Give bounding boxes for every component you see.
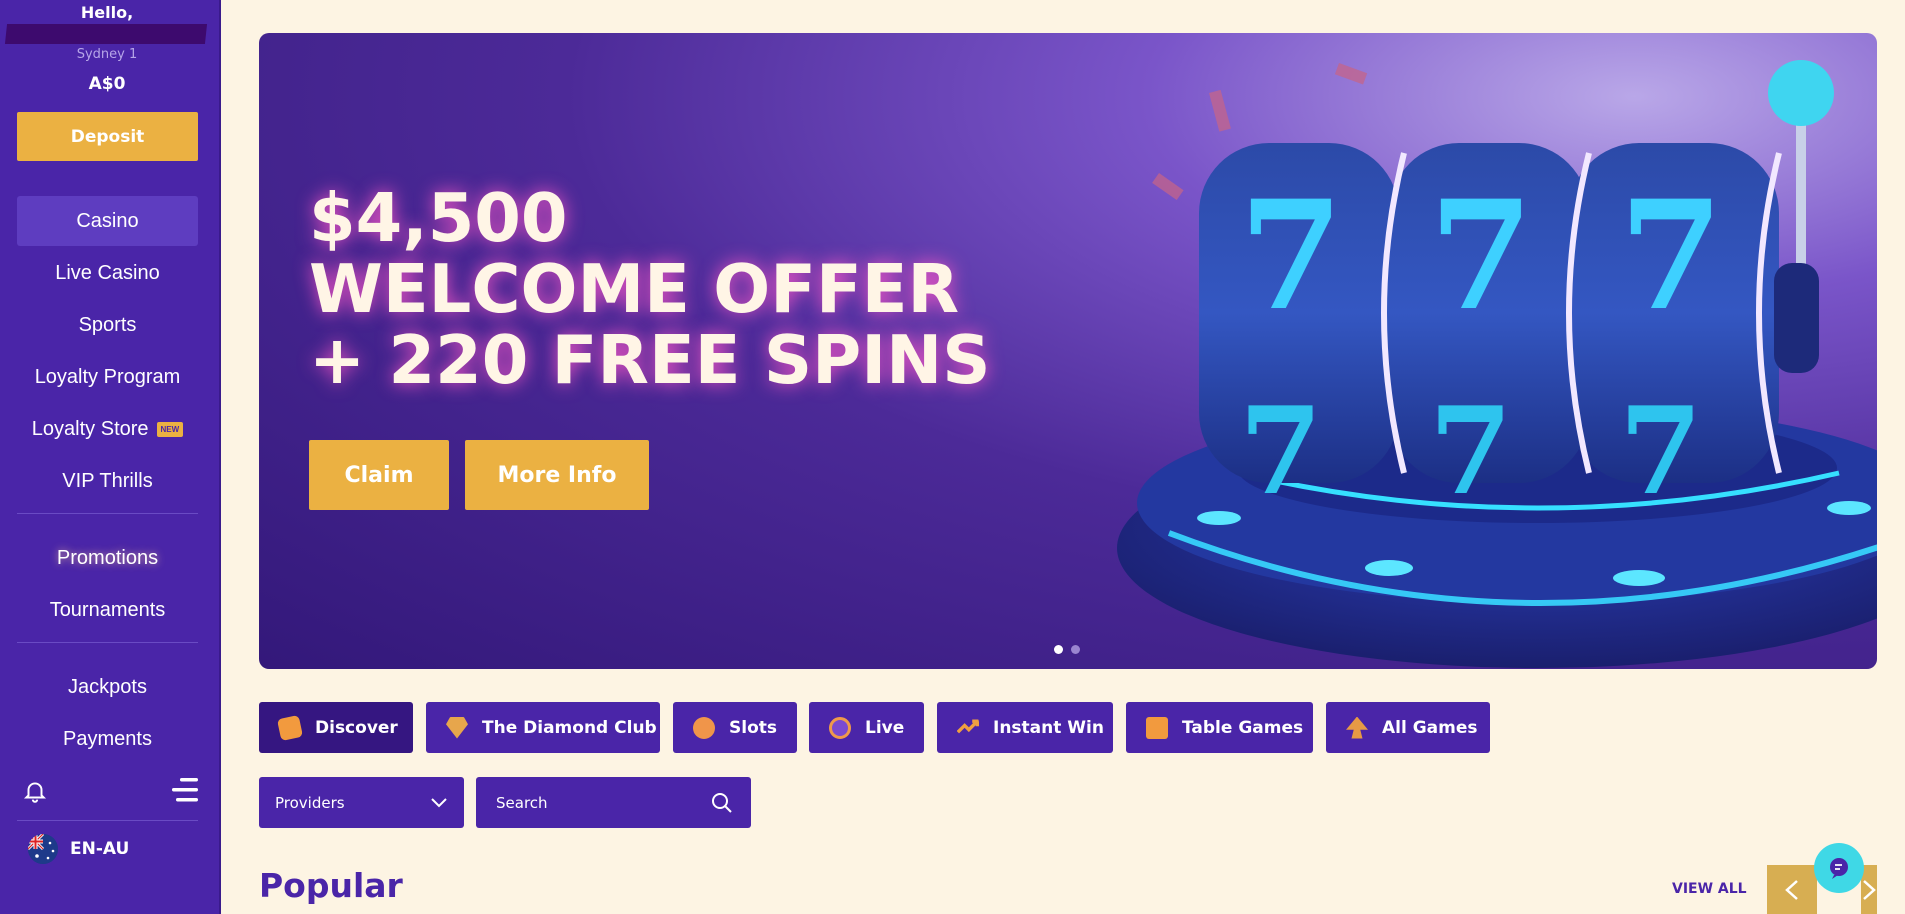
live-icon [829, 716, 851, 739]
tab-table-games[interactable]: Table Games [1126, 702, 1313, 753]
hero-line-1: $4,500 [309, 179, 568, 257]
sidebar-divider [17, 513, 198, 514]
more-info-button[interactable]: More Info [465, 440, 649, 510]
language-selector[interactable]: EN-AU [28, 834, 129, 864]
tab-label: Table Games [1182, 717, 1304, 738]
svg-text:7: 7 [1239, 168, 1343, 344]
sidebar-item-promotions[interactable]: Promotions [17, 533, 198, 583]
tab-label: Discover [315, 717, 398, 738]
claim-button[interactable]: Claim [309, 440, 449, 510]
tab-label: Live [865, 717, 905, 738]
chat-button[interactable] [1814, 843, 1864, 893]
chevron-down-icon [431, 797, 447, 807]
account-balance: A$0 [88, 74, 126, 94]
hero-line-3: + 220 FREE SPINS [309, 321, 991, 399]
tab-all-games[interactable]: All Games [1326, 702, 1490, 753]
tab-label: All Games [1382, 717, 1478, 738]
carousel-dot-1[interactable] [1054, 645, 1063, 654]
svg-text:7: 7 [1429, 381, 1513, 522]
sidebar-item-live-casino[interactable]: Live Casino [17, 248, 198, 298]
search-placeholder: Search [496, 793, 548, 812]
slots-icon [693, 716, 715, 739]
chevron-right-icon [1863, 880, 1876, 900]
view-all-link[interactable]: VIEW ALL [1672, 881, 1747, 897]
search-icon[interactable] [711, 792, 733, 814]
sidebar-scrollbar[interactable] [219, 0, 221, 914]
sidebar-divider [17, 820, 198, 821]
chat-icon [1830, 858, 1848, 879]
tab-slots[interactable]: Slots [673, 702, 797, 753]
carousel-dot-2[interactable] [1071, 645, 1080, 654]
chevron-left-icon [1785, 880, 1798, 900]
svg-text:7: 7 [1239, 381, 1323, 522]
sidebar-item-payments[interactable]: Payments [17, 714, 198, 764]
hero-headline: $4,500 WELCOME OFFER + 220 FREE SPINS [309, 183, 990, 396]
user-level: Sydney 1 [76, 47, 138, 62]
username-redacted [4, 24, 208, 44]
bell-icon[interactable] [22, 778, 48, 804]
sidebar-item-sports[interactable]: Sports [17, 300, 198, 350]
instant-win-icon [957, 719, 979, 733]
language-label: EN-AU [70, 839, 130, 859]
providers-label: Providers [275, 793, 345, 812]
deposit-button[interactable]: Deposit [17, 112, 198, 161]
slot-machine-illustration: 7 7 7 7 7 7 [1117, 60, 1877, 668]
hero-banner[interactable]: 7 7 7 7 7 7 $4,500 WELCOME OFFER + 220 F… [259, 33, 1877, 669]
sidebar-item-vip-thrills[interactable]: VIP Thrills [17, 456, 198, 506]
svg-text:7: 7 [1619, 168, 1723, 344]
sidebar: Hello, Sydney 1 A$0 Deposit Casino Live … [0, 0, 221, 914]
table-games-icon [1146, 716, 1168, 739]
sidebar-item-tournaments[interactable]: Tournaments [17, 585, 198, 635]
greeting: Hello, [80, 3, 134, 22]
svg-text:7: 7 [1429, 168, 1533, 344]
diamond-icon [446, 716, 468, 739]
hero-line-2: WELCOME OFFER [309, 250, 960, 328]
search-input[interactable]: Search [476, 777, 751, 828]
discover-icon [276, 714, 304, 741]
prev-arrow-button[interactable] [1767, 865, 1817, 914]
sidebar-item-label: Loyalty Store [31, 417, 149, 440]
tab-label: Slots [729, 717, 777, 738]
sidebar-divider [17, 642, 198, 643]
tab-label: The Diamond Club [482, 717, 657, 738]
svg-text:7: 7 [1619, 381, 1703, 522]
tab-the-diamond-club[interactable]: The Diamond Club [426, 702, 660, 753]
sidebar-item-loyalty-program[interactable]: Loyalty Program [17, 352, 198, 402]
menu-icon[interactable] [170, 775, 202, 805]
sidebar-item-casino[interactable]: Casino [17, 196, 198, 246]
sidebar-item-jackpots[interactable]: Jackpots [17, 662, 198, 712]
sidebar-item-loyalty-store[interactable]: Loyalty Store NEW [17, 404, 198, 454]
section-title: Popular [259, 866, 403, 905]
tab-live[interactable]: Live [809, 702, 924, 753]
new-badge: NEW [156, 421, 184, 437]
tab-discover[interactable]: Discover [259, 702, 413, 753]
australia-flag-icon [28, 834, 58, 864]
tab-instant-win[interactable]: Instant Win [937, 702, 1113, 753]
all-games-icon [1346, 716, 1368, 739]
providers-dropdown[interactable]: Providers [259, 777, 464, 828]
tab-label: Instant Win [993, 717, 1104, 738]
